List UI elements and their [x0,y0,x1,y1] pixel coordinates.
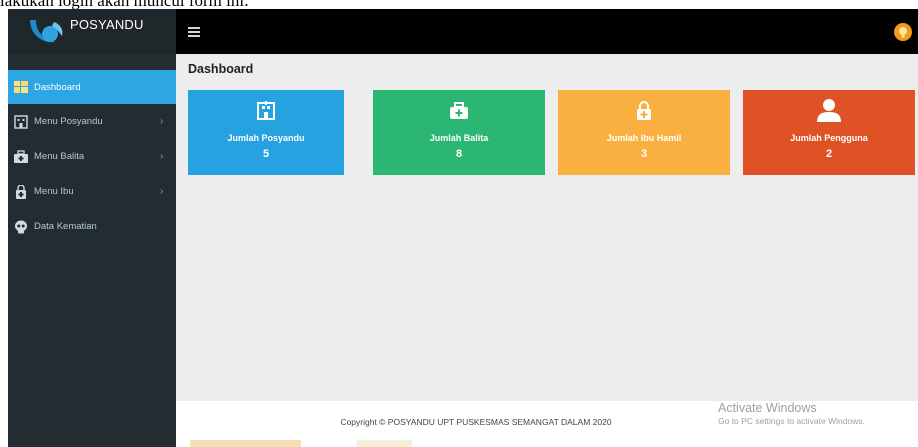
copyright-text: Copyright © POSYANDU UPT PUSKESMAS SEMAN… [340,417,612,427]
activate-windows-watermark: Activate Windows Go to PC settings to ac… [718,401,865,426]
posyandu-logo-icon [30,20,63,43]
sidebar-item-label: Dashboard [34,81,81,93]
card-label: Jumlah Balita [429,133,489,143]
sidebar-item-label: Menu Ibu [34,186,74,197]
chevron-right-icon: › [160,115,164,127]
card-label: Jumlah Posyandu [227,133,305,143]
medkit-icon [637,101,651,120]
sidebar-item-menu-balita[interactable]: Menu Balita › [8,139,176,174]
chevron-right-icon: › [160,185,164,197]
card-value: 3 [640,148,648,160]
stat-card-pengguna[interactable]: Jumlah Pengguna 2 [743,90,915,175]
card-value: 2 [825,148,833,160]
medkit-icon [450,102,468,119]
card-label: Jumlah Ibu Hamil [606,133,682,143]
building-icon [14,114,28,129]
sidebar-item-dashboard[interactable]: Dashboard [8,70,176,104]
user-icon [817,99,841,122]
lightbulb-icon [899,27,907,38]
sidebar-item-label: Data Kematian [34,221,97,232]
watermark-subtitle: Go to PC settings to activate Windows. [718,416,865,426]
app-window: POSYANDU Dashboard Menu Posyandu › Menu … [8,9,918,447]
stat-card-posyandu[interactable]: Jumlah Posyandu 5 [188,90,344,175]
cropped-next-content [190,440,560,447]
stat-card-balita[interactable]: Jumlah Balita 8 [373,90,545,175]
card-value: 5 [262,148,270,160]
chevron-right-icon: › [160,150,164,162]
medkit-icon [14,149,28,163]
hamburger-icon[interactable] [188,27,200,37]
sidebar: POSYANDU Dashboard Menu Posyandu › Menu … [8,9,176,447]
sidebar-item-data-kematian[interactable]: Data Kematian [8,209,176,244]
dashboard-icon [14,81,28,93]
watermark-title: Activate Windows [718,401,817,415]
brand-logo[interactable]: POSYANDU [8,9,176,54]
sidebar-item-menu-ibu[interactable]: Menu Ibu › [8,174,176,209]
page-title: Dashboard [188,62,254,76]
brand-name: POSYANDU [70,17,144,32]
sidebar-item-label: Menu Posyandu [34,116,103,127]
stat-card-ibu-hamil[interactable]: Jumlah Ibu Hamil 3 [558,90,730,175]
card-value: 8 [455,148,463,160]
user-avatar-icon[interactable] [894,23,912,41]
top-navbar [176,9,918,54]
page-caption: lakukan login akan muncul form ini: [0,0,918,9]
medkit-icon [16,184,26,199]
sidebar-item-menu-posyandu[interactable]: Menu Posyandu › [8,104,176,139]
sidebar-item-label: Menu Balita [34,151,85,162]
card-label: Jumlah Pengguna [790,133,868,143]
skull-icon [15,220,27,233]
building-icon [257,101,275,120]
sidebar-menu: Dashboard Menu Posyandu › Menu Balita › … [8,70,176,244]
